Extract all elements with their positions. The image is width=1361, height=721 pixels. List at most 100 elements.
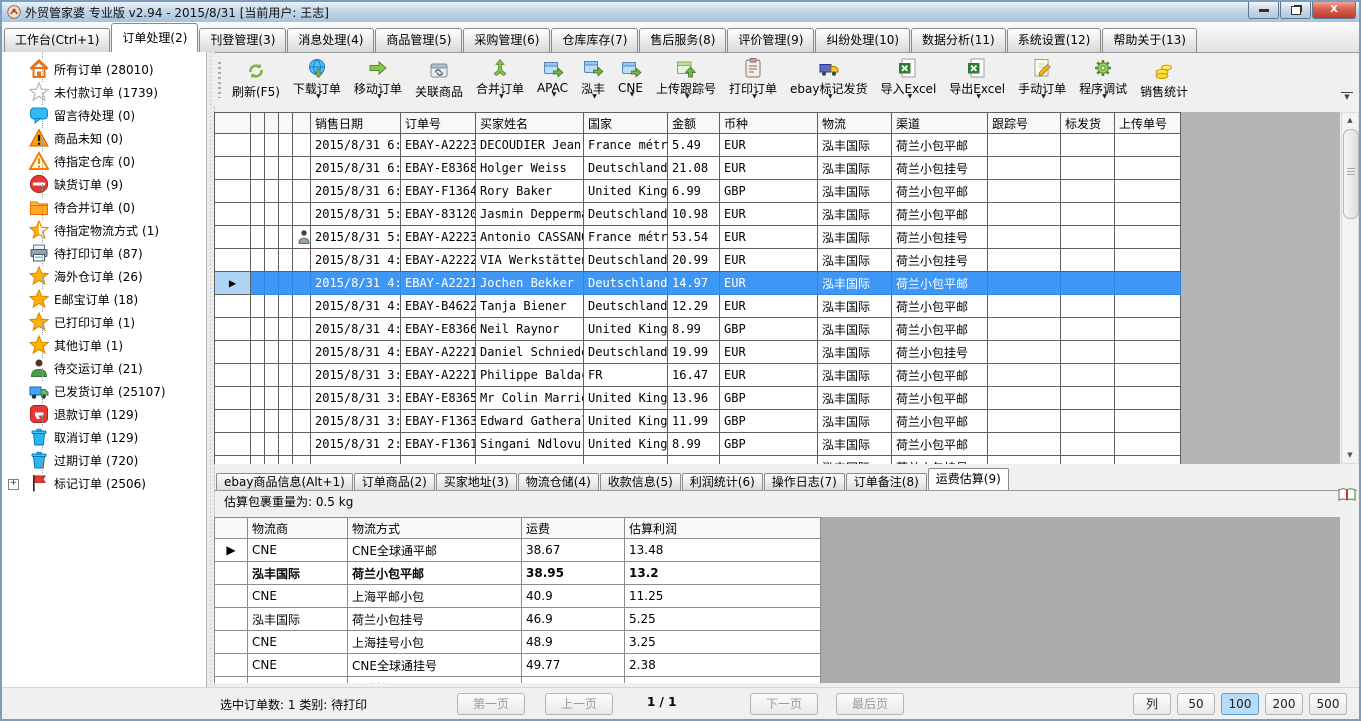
orders-column-header[interactable]: 物流	[818, 113, 892, 134]
page-size-100[interactable]: 100	[1221, 693, 1259, 715]
toolbar-button-send-window-6[interactable]: 泓丰▼	[575, 54, 611, 107]
order-row-partial[interactable]: 泓丰国际荷兰小包挂号	[215, 456, 1181, 465]
sidebar-item-10[interactable]: E邮宝订单(18)	[2, 288, 206, 311]
sidebar-item-12[interactable]: 其他订单(1)	[2, 334, 206, 357]
sidebar-item-14[interactable]: 已发货订单(25107)	[2, 380, 206, 403]
dropdown-arrow-icon[interactable]: ▼	[630, 91, 635, 98]
toolbar-button-refresh-0[interactable]: 刷新(F5)	[226, 57, 286, 103]
page-size-50[interactable]: 50	[1177, 693, 1215, 715]
sidebar-item-18[interactable]: +标记订单(2506)	[2, 472, 206, 495]
dropdown-arrow-icon[interactable]: ▼	[752, 93, 757, 100]
orders-scrollbar[interactable]: ▲ ▼	[1341, 112, 1359, 464]
freight-row[interactable]: ▶CNECNE全球通平邮38.6713.48	[215, 539, 821, 562]
order-row[interactable]: 2015/8/31 4:16EBAY-B4622Tanja BienerDeut…	[215, 295, 1181, 318]
toolbar-button-truck-10[interactable]: ebay标记发货▼	[784, 54, 873, 107]
toolbar-button-upload-window-8[interactable]: 上传跟踪号▼	[650, 54, 722, 107]
orders-column-header[interactable]: 上传单号	[1115, 113, 1181, 134]
sidebar-item-16[interactable]: 取消订单(129)	[2, 426, 206, 449]
detail-tab-1[interactable]: ebay商品信息(Alt+1)	[216, 473, 353, 490]
order-row[interactable]: 2015/8/31 6:28EBAY-E8368Holger WeissDeut…	[215, 157, 1181, 180]
detail-tab-7[interactable]: 操作日志(7)	[764, 473, 845, 490]
dropdown-arrow-icon[interactable]: ▼	[552, 91, 557, 98]
freight-row[interactable]: CNECNE全球通挂号49.772.38	[215, 654, 821, 677]
detail-tab-5[interactable]: 收款信息(5)	[600, 473, 681, 490]
freight-column-header[interactable]: 物流方式	[348, 518, 522, 539]
freight-row-partial[interactable]: 全球挂号	[215, 677, 821, 684]
dropdown-arrow-icon[interactable]: ▼	[685, 93, 690, 100]
toolbar-button-merge-4[interactable]: 合并订单▼	[470, 54, 530, 107]
order-row[interactable]: 2015/8/31 4:53EBAY-A22220VIA Werkstätten…	[215, 249, 1181, 272]
freight-row[interactable]: 泓丰国际荷兰小包平邮38.9513.2	[215, 562, 821, 585]
sidebar-item-11[interactable]: 已打印订单(1)	[2, 311, 206, 334]
dropdown-arrow-icon[interactable]: ▼	[828, 93, 833, 100]
freight-row[interactable]: 泓丰国际荷兰小包挂号46.95.25	[215, 608, 821, 631]
orders-column-header[interactable]: 订单号	[401, 113, 476, 134]
detail-tab-9[interactable]: 运费估算(9)	[928, 468, 1009, 490]
order-row[interactable]: 2015/8/31 3:30EBAY-E8365Mr Colin Marriot…	[215, 387, 1181, 410]
toolbar-button-send-window-5[interactable]: APAC▼	[531, 55, 574, 105]
dropdown-arrow-icon[interactable]: ▼	[499, 93, 504, 100]
minimize-button[interactable]	[1248, 2, 1279, 19]
orders-column-header[interactable]: 买家姓名	[476, 113, 584, 134]
dropdown-arrow-icon[interactable]: ▼	[592, 93, 597, 100]
first-page-button[interactable]: 第一页	[457, 693, 525, 715]
order-row[interactable]: 2015/8/31 4:00EBAY-A22218Daniel Schniede…	[215, 341, 1181, 364]
toolbar-overflow-icon[interactable]: ▼	[1341, 92, 1353, 102]
toolbar-button-gear-14[interactable]: 程序调试▼	[1073, 54, 1133, 107]
close-button[interactable]: X	[1312, 2, 1356, 19]
toolbar-button-send-window-7[interactable]: CNE▼	[612, 55, 649, 105]
prev-page-button[interactable]: 上一页	[545, 693, 613, 715]
column-settings-button[interactable]: 列	[1133, 693, 1171, 715]
menu-tab-3[interactable]: 刊登管理(3)	[199, 28, 286, 52]
freight-row[interactable]: CNE上海平邮小包40.911.25	[215, 585, 821, 608]
order-row[interactable]: 2015/8/31 6:08EBAY-F1364Rory BakerUnited…	[215, 180, 1181, 203]
orders-column-header[interactable]: 币种	[720, 113, 818, 134]
sidebar-item-17[interactable]: 过期订单(720)	[2, 449, 206, 472]
order-row[interactable]: 2015/8/31 3:53EBAY-A22217Philippe Baldac…	[215, 364, 1181, 387]
order-row[interactable]: 2015/8/31 6:37EBAY-A22236DECOUDIER Jean-…	[215, 134, 1181, 157]
menu-tab-5[interactable]: 商品管理(5)	[375, 28, 462, 52]
order-row[interactable]: 2015/8/31 2:55EBAY-F1361Singani NdlovuUn…	[215, 433, 1181, 456]
book-icon[interactable]	[1338, 488, 1356, 502]
freight-row[interactable]: CNE上海挂号小包48.93.25	[215, 631, 821, 654]
dropdown-arrow-icon[interactable]: ▼	[976, 93, 981, 100]
next-page-button[interactable]: 下一页	[750, 693, 818, 715]
detail-tab-4[interactable]: 物流仓储(4)	[518, 473, 599, 490]
toolbar-button-edit-doc-13[interactable]: 手动订单▼	[1012, 54, 1072, 107]
orders-column-header[interactable]: 标发货	[1061, 113, 1115, 134]
menu-tab-8[interactable]: 售后服务(8)	[639, 28, 726, 52]
freight-column-header[interactable]: 估算利润	[625, 518, 821, 539]
toolbar-button-excel-12[interactable]: 导出Excel▼	[943, 54, 1011, 107]
orders-column-header[interactable]: 金额	[668, 113, 720, 134]
restore-button[interactable]	[1280, 2, 1311, 19]
toolbar-button-arrow-right-2[interactable]: 移动订单▼	[348, 54, 408, 107]
dropdown-arrow-icon[interactable]: ▼	[1041, 93, 1046, 100]
freight-column-header[interactable]: 运费	[522, 518, 625, 539]
sidebar-item-1[interactable]: 未付款订单(1739)	[2, 81, 206, 104]
page-size-500[interactable]: 500	[1309, 693, 1347, 715]
detail-tab-6[interactable]: 利润统计(6)	[682, 473, 763, 490]
dropdown-arrow-icon[interactable]: ▼	[908, 93, 913, 100]
sidebar-item-3[interactable]: 商品未知(0)	[2, 127, 206, 150]
orders-column-header[interactable]: 国家	[584, 113, 668, 134]
menu-tab-13[interactable]: 帮助关于(13)	[1102, 28, 1197, 52]
toolbar-button-excel-11[interactable]: 导入Excel▼	[874, 54, 942, 107]
toolbar-button-link-window-3[interactable]: 关联商品	[409, 57, 469, 103]
sidebar-item-5[interactable]: 缺货订单(9)	[2, 173, 206, 196]
scroll-up-icon[interactable]: ▲	[1343, 113, 1357, 128]
orders-column-header[interactable]: 销售日期	[311, 113, 401, 134]
order-row[interactable]: 2015/8/31 5:59EBAY-83120...Jasmin Depper…	[215, 203, 1181, 226]
dropdown-arrow-icon[interactable]: ▼	[316, 93, 321, 100]
menu-tab-4[interactable]: 消息处理(4)	[287, 28, 374, 52]
dropdown-arrow-icon[interactable]: ▼	[1102, 93, 1107, 100]
detail-tab-2[interactable]: 订单商品(2)	[354, 473, 435, 490]
menu-tab-9[interactable]: 评价管理(9)	[727, 28, 814, 52]
sidebar-item-9[interactable]: 海外仓订单(26)	[2, 265, 206, 288]
menu-tab-11[interactable]: 数据分析(11)	[911, 28, 1006, 52]
sidebar-item-15[interactable]: 退款订单(129)	[2, 403, 206, 426]
sidebar-item-2[interactable]: 留言待处理(0)	[2, 104, 206, 127]
dropdown-arrow-icon[interactable]: ▼	[377, 93, 382, 100]
sidebar-item-6[interactable]: 待合并订单(0)	[2, 196, 206, 219]
menu-tab-10[interactable]: 纠纷处理(10)	[815, 28, 910, 52]
sidebar-item-13[interactable]: 待交运订单(21)	[2, 357, 206, 380]
